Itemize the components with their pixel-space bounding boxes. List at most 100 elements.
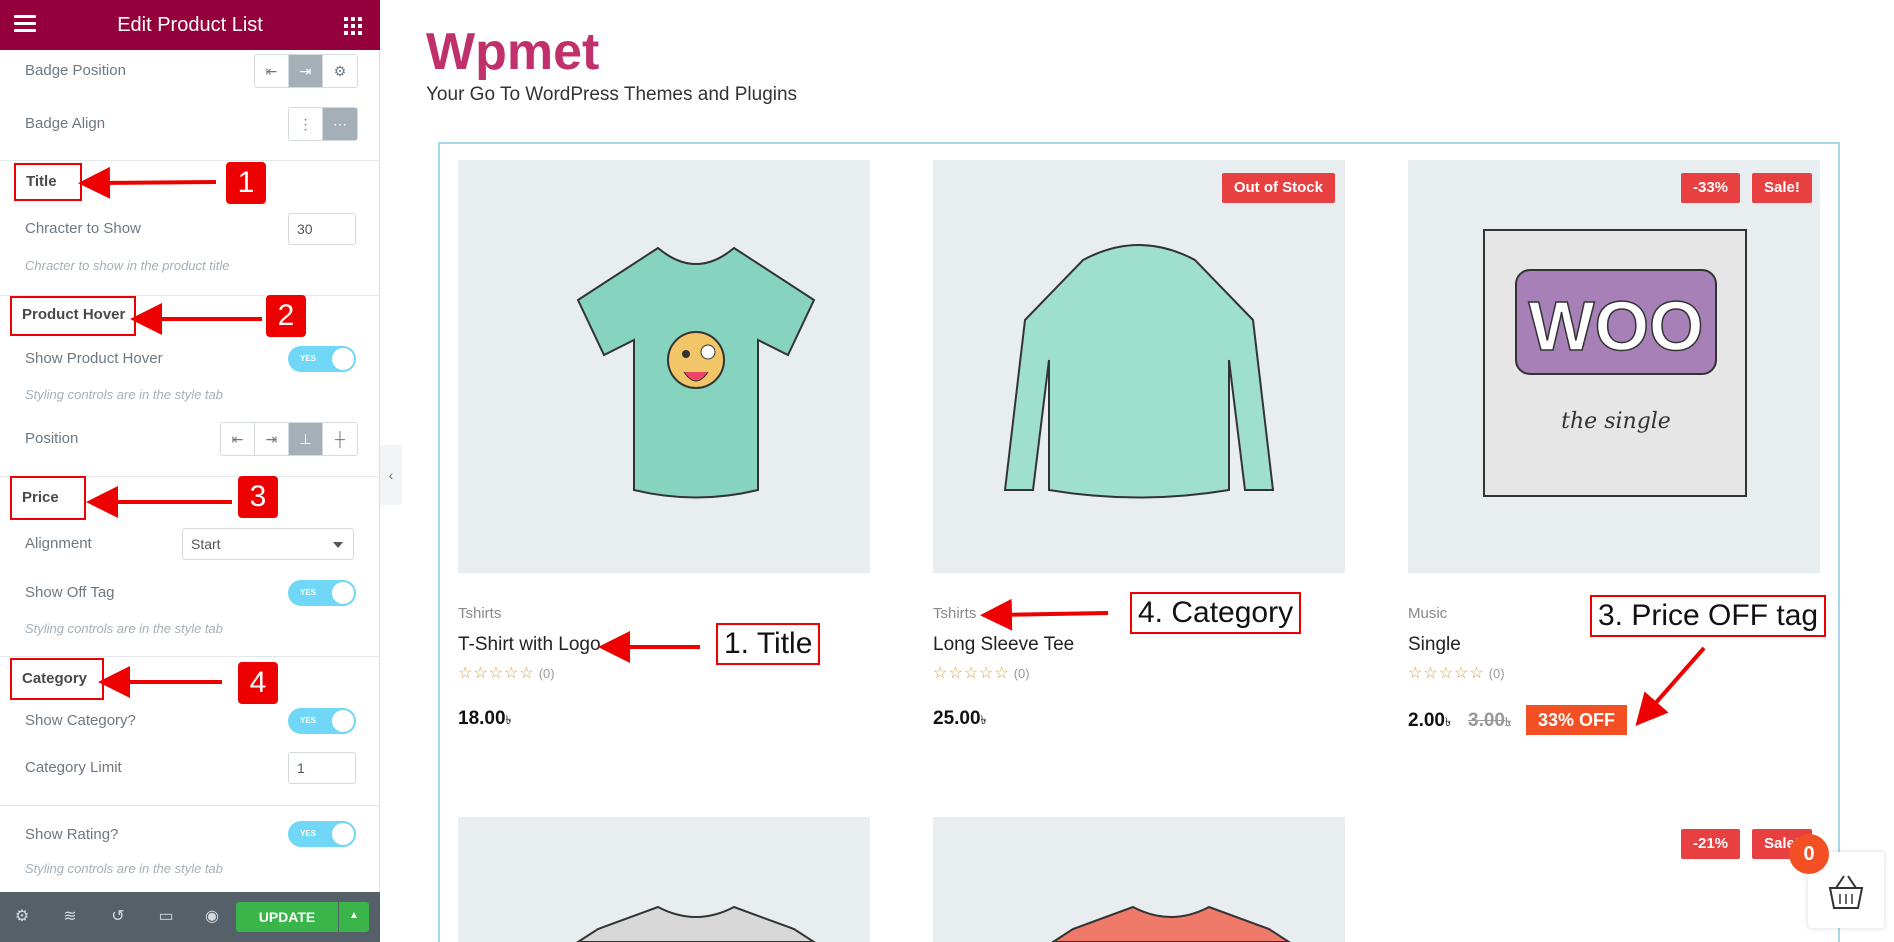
cart-count-badge: 0	[1789, 834, 1829, 874]
widgets-grid-icon[interactable]	[344, 17, 362, 35]
show-rating-toggle[interactable]: YES	[288, 821, 356, 847]
star-rating: ☆☆☆☆☆ (0)	[1408, 665, 1505, 682]
show-off-tag-toggle[interactable]: YES	[288, 580, 356, 606]
site-brand[interactable]: Wpmet	[426, 22, 599, 82]
update-button[interactable]: UPDATE	[236, 902, 338, 932]
chevron-up-icon[interactable]: ▲	[339, 902, 369, 932]
align-bottom-icon[interactable]: ⊥	[289, 423, 323, 455]
toggle-knob	[332, 710, 354, 732]
badge-align-label: Badge Align	[25, 115, 106, 132]
title-section-highlight[interactable]: Title	[14, 163, 82, 201]
product-price: 18.00৳	[458, 708, 512, 732]
product-image[interactable]	[458, 817, 870, 942]
app-root: Edit Product List Badge Position ⇤ ⇥ ⚙ B…	[0, 0, 1894, 942]
vertical-dots-icon[interactable]: ⋮	[289, 108, 323, 140]
title-callout: 1. Title	[716, 623, 821, 665]
align-left-icon[interactable]: ⇤	[221, 423, 255, 455]
gear-icon[interactable]: ⚙	[12, 907, 32, 927]
product-category[interactable]: Tshirts	[458, 605, 501, 622]
character-input[interactable]	[288, 213, 356, 245]
divider	[0, 160, 380, 161]
product-title[interactable]: Single	[1408, 634, 1461, 656]
align-right-icon[interactable]: ⇥	[289, 55, 323, 87]
currency-symbol: ৳	[505, 713, 512, 727]
align-left-icon[interactable]: ⇤	[255, 55, 289, 87]
preview-eye-icon[interactable]: ◉	[202, 907, 222, 927]
product-category[interactable]: Music	[1408, 605, 1447, 622]
settings-icon[interactable]: ⚙	[323, 55, 357, 87]
product-image[interactable]	[933, 160, 1345, 573]
product-title[interactable]: Long Sleeve Tee	[933, 634, 1074, 656]
badge-position-choices: ⇤ ⇥ ⚙	[254, 54, 358, 88]
old-price: 3.00৳	[1468, 710, 1511, 734]
product-category[interactable]: Tshirts	[933, 605, 976, 622]
product-image[interactable]	[458, 160, 870, 573]
toggle-yes-text: YES	[300, 716, 317, 725]
category-limit-label: Category Limit	[25, 759, 122, 776]
category-callout: 4. Category	[1130, 592, 1302, 634]
annotation-number-4: 4	[238, 662, 278, 704]
rating-count: (0)	[1488, 666, 1505, 681]
sale-badge: Sale!	[1752, 173, 1812, 203]
toggle-knob	[332, 823, 354, 845]
alignment-value: Start	[191, 536, 221, 552]
responsive-icon[interactable]: ▭	[156, 907, 176, 927]
sidebar-header: Edit Product List	[0, 0, 380, 50]
show-hover-toggle[interactable]: YES	[288, 346, 356, 372]
product-price: 2.00৳	[1408, 710, 1451, 734]
hover-position-choices: ⇤ ⇥ ⊥ ┼	[220, 422, 358, 456]
long-sleeve-image	[1003, 244, 1275, 499]
woo-text: WOO	[1529, 287, 1704, 365]
divider	[0, 805, 380, 806]
character-label: Chracter to Show	[25, 220, 141, 237]
out-of-stock-badge: Out of Stock	[1221, 173, 1335, 203]
price-section-heading: Price	[22, 489, 59, 506]
show-off-tag-label: Show Off Tag	[25, 584, 115, 601]
align-right-icon[interactable]: ⇥	[255, 423, 289, 455]
product-title[interactable]: T-Shirt with Logo	[458, 634, 601, 656]
position-label: Position	[25, 430, 79, 447]
woo-single-image: WOO the single	[1483, 229, 1747, 497]
collapse-panel-handle[interactable]: ‹	[380, 445, 402, 505]
product-image[interactable]: WOO the single	[1408, 160, 1820, 573]
price-callout: 3. Price OFF tag	[1590, 595, 1827, 637]
price-value: 25.00	[933, 708, 981, 729]
category-section-highlight[interactable]: Category	[10, 658, 104, 700]
annotation-number-3: 3	[238, 476, 278, 518]
toggle-yes-text: YES	[300, 354, 317, 363]
show-rating-label: Show Rating?	[25, 826, 119, 843]
hover-section-highlight[interactable]: Product Hover	[10, 296, 136, 336]
alignment-select[interactable]: Start	[182, 528, 354, 560]
align-center-icon[interactable]: ┼	[323, 423, 357, 455]
horizontal-dots-icon[interactable]: ⋯	[323, 108, 357, 140]
product-image[interactable]	[933, 817, 1345, 942]
layers-icon[interactable]: ≋	[60, 907, 80, 927]
currency-symbol: ৳	[1444, 715, 1451, 729]
rating-hint: Styling controls are in the style tab	[25, 861, 223, 876]
price-value: 2.00	[1408, 710, 1445, 731]
percent-badge: -33%	[1681, 173, 1741, 203]
tshirt-logo-image	[576, 246, 816, 499]
product-price: 25.00৳	[933, 708, 987, 732]
title-section-heading: Title	[26, 173, 57, 190]
badge-position-label: Badge Position	[25, 62, 126, 79]
category-limit-input[interactable]	[288, 752, 356, 784]
price-value: 18.00	[458, 708, 506, 729]
toggle-knob	[332, 582, 354, 604]
alignment-label: Alignment	[25, 535, 92, 552]
annotation-number-1: 1	[226, 162, 266, 204]
price-section-highlight[interactable]: Price	[10, 476, 86, 520]
panel-title: Edit Product List	[117, 14, 263, 36]
grey-tshirt-image	[576, 905, 816, 942]
badge-align-choices: ⋮ ⋯	[288, 107, 358, 141]
history-icon[interactable]: ↺	[108, 907, 128, 927]
rating-count: (0)	[538, 666, 555, 681]
sidebar-footer: ⚙ ≋ ↺ ▭ ◉ UPDATE ▲	[0, 892, 380, 942]
off-tag-hint: Styling controls are in the style tab	[25, 621, 223, 636]
single-text: the single	[1561, 409, 1671, 434]
chevron-down-icon	[333, 542, 343, 548]
star-rating: ☆☆☆☆☆ (0)	[458, 665, 555, 682]
divider	[0, 656, 380, 657]
toggle-yes-text: YES	[300, 829, 317, 838]
show-category-toggle[interactable]: YES	[288, 708, 356, 734]
